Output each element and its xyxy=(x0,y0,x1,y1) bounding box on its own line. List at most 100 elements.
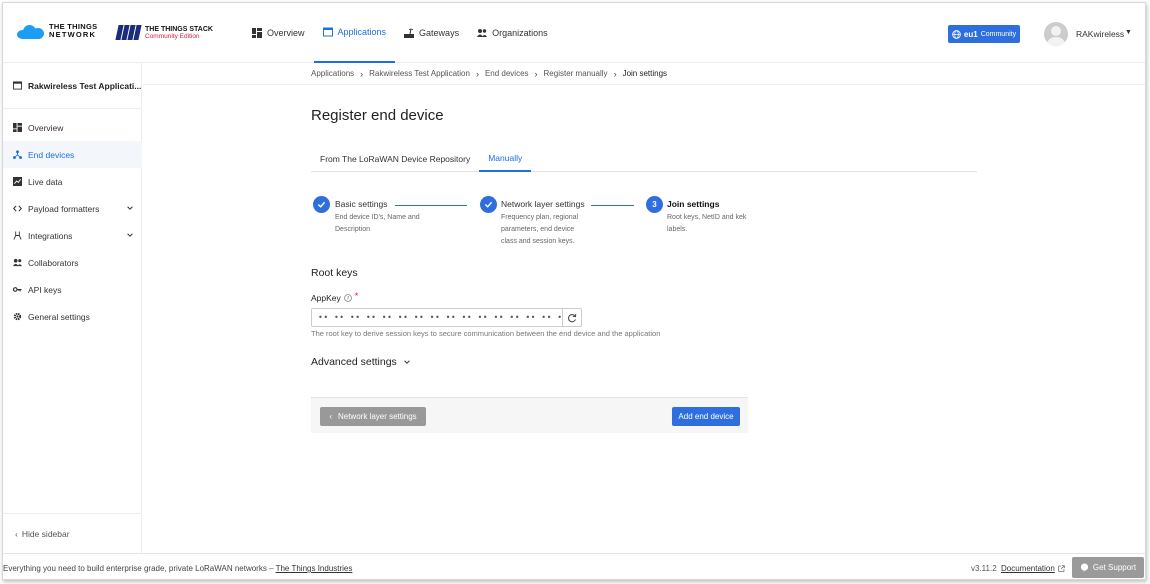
step-2-title: Network layer settings xyxy=(501,199,585,209)
back-network-layer-button[interactable]: ‹ Network layer settings xyxy=(320,407,426,426)
integration-icon xyxy=(13,231,22,240)
tts-logo-line1: THE THINGS STACK xyxy=(145,25,213,33)
app-window: THE THINGS NETWORK THE THINGS STACK Comm… xyxy=(2,2,1146,580)
nav-applications-label: Applications xyxy=(337,27,387,37)
step-1-title: Basic settings xyxy=(335,199,388,209)
chevron-left-icon: ‹ xyxy=(15,528,18,539)
version-label: v3.11.2 xyxy=(971,564,997,573)
top-header: THE THINGS NETWORK THE THINGS STACK Comm… xyxy=(3,3,1145,63)
required-asterisk: * xyxy=(354,291,359,301)
sidebar-item-label: Live data xyxy=(28,176,63,187)
tab-manually[interactable]: Manually xyxy=(479,146,532,172)
sidebar-menu: Overview End devices Live data Payload f… xyxy=(3,114,142,330)
sidebar-item-label: API keys xyxy=(28,284,62,295)
username[interactable]: RAKwireless xyxy=(1076,29,1124,39)
svg-text:?: ? xyxy=(346,296,349,302)
chevron-down-icon[interactable] xyxy=(126,204,134,212)
sidebar-item-label: Collaborators xyxy=(28,257,79,268)
tab-device-repository[interactable]: From The LoRaWAN Device Repository xyxy=(311,146,479,172)
nav-organizations[interactable]: Organizations xyxy=(468,3,557,63)
chevron-left-icon: ‹ xyxy=(329,412,332,421)
devices-icon xyxy=(13,150,22,159)
sidebar-item-general-settings[interactable]: General settings xyxy=(3,303,142,330)
region-label: Community xyxy=(980,30,1017,38)
nav-gateways[interactable]: Gateways xyxy=(395,3,468,63)
chevron-right-icon: › xyxy=(534,68,538,79)
sidebar-item-overview[interactable]: Overview xyxy=(3,114,142,141)
step-3-desc: Root keys, NetID and kek labels. xyxy=(667,214,747,233)
breadcrumb-item[interactable]: Register manually xyxy=(544,69,608,78)
refresh-icon xyxy=(568,313,577,322)
page-title: Register end device xyxy=(311,107,444,124)
help-icon[interactable]: ? xyxy=(343,294,352,302)
advanced-settings-toggle[interactable]: Advanced settings xyxy=(311,356,411,368)
region-button[interactable]: eu1 Community xyxy=(948,25,1020,43)
step-3-number: 3 xyxy=(646,196,663,213)
avatar[interactable] xyxy=(1044,22,1068,46)
hide-sidebar-button[interactable]: ‹ Hide sidebar xyxy=(3,513,142,553)
chevron-right-icon: › xyxy=(475,68,479,79)
step-1-desc: End device ID's, Name and Description xyxy=(335,214,420,233)
add-end-device-button[interactable]: Add end device xyxy=(672,407,740,426)
globe-icon xyxy=(952,29,961,39)
step-3-title: Join settings xyxy=(667,199,720,209)
form-action-bar: ‹ Network layer settings Add end device xyxy=(311,397,748,433)
nav-overview[interactable]: Overview xyxy=(243,3,314,63)
sidebar-item-api-keys[interactable]: API keys xyxy=(3,276,142,303)
nav-organizations-label: Organizations xyxy=(492,28,548,38)
breadcrumb-item[interactable]: Rakwireless Test Application xyxy=(369,69,470,78)
sidebar-item-label: Overview xyxy=(28,122,64,133)
window-icon xyxy=(13,81,22,90)
back-button-label: Network layer settings xyxy=(337,412,417,421)
key-icon xyxy=(13,287,22,292)
tts-logo[interactable]: THE THINGS STACK Community Edition xyxy=(115,25,213,40)
gear-icon xyxy=(13,312,22,321)
step-2-desc: Frequency plan, regional parameters, end… xyxy=(501,214,579,245)
step-2-check-icon xyxy=(480,196,497,213)
regenerate-key-button[interactable] xyxy=(562,308,582,327)
stack-logo-icon xyxy=(115,25,142,40)
register-tabs: From The LoRaWAN Device Repository Manua… xyxy=(311,146,977,172)
footer-text: Everything you need to build enterprise … xyxy=(3,564,352,573)
documentation-label: Documentation xyxy=(1001,564,1055,573)
gateway-icon xyxy=(404,28,415,38)
caret-down-icon[interactable]: ▼ xyxy=(1125,29,1132,36)
sidebar: Rakwireless Test Applicati... Overview E… xyxy=(3,63,142,553)
window-icon xyxy=(322,27,333,37)
tts-logo-line2: Community Edition xyxy=(145,32,200,40)
chevron-right-icon: › xyxy=(360,68,364,79)
sidebar-item-label: General settings xyxy=(28,311,90,322)
chart-icon xyxy=(13,177,22,186)
appkey-description: The root key to derive session keys to s… xyxy=(311,329,661,338)
nav-applications[interactable]: Applications xyxy=(313,3,396,63)
nav-gateways-label: Gateways xyxy=(419,28,460,38)
breadcrumb-current: Join settings xyxy=(622,69,668,78)
get-support-button[interactable]: Get Support xyxy=(1072,557,1144,578)
main-nav: Overview Applications Gateways Organizat… xyxy=(243,3,557,63)
breadcrumb: Applications › Rakwireless Test Applicat… xyxy=(143,63,1145,85)
external-link-icon xyxy=(1058,565,1065,572)
people-icon xyxy=(477,29,488,37)
chevron-down-icon[interactable] xyxy=(126,231,134,239)
advanced-settings-label: Advanced settings xyxy=(311,356,397,368)
appkey-input[interactable]: •• •• •• •• •• •• •• •• •• •• •• •• •• •… xyxy=(311,308,563,327)
documentation-link[interactable]: Documentation xyxy=(1001,564,1065,573)
ttn-logo[interactable]: THE THINGS NETWORK xyxy=(17,23,97,39)
sidebar-item-label: End devices xyxy=(28,149,75,160)
sidebar-app-name[interactable]: Rakwireless Test Applicati... xyxy=(3,63,142,109)
sidebar-item-payload-formatters[interactable]: Payload formatters xyxy=(3,195,142,222)
breadcrumb-item[interactable]: End devices xyxy=(485,69,529,78)
sidebar-item-live-data[interactable]: Live data xyxy=(3,168,142,195)
support-icon xyxy=(1080,563,1089,572)
step-1-check-icon xyxy=(313,196,330,213)
progress-steps: Basic settings End device ID's, Name and… xyxy=(311,196,771,252)
region-code: eu1 xyxy=(963,29,978,39)
breadcrumb-item[interactable]: Applications xyxy=(311,69,354,78)
root-keys-heading: Root keys xyxy=(311,267,358,279)
app-name-label: Rakwireless Test Applicati... xyxy=(28,80,142,91)
chevron-down-icon xyxy=(404,360,410,364)
footer-tti-link[interactable]: The Things Industries xyxy=(276,564,353,573)
sidebar-item-end-devices[interactable]: End devices xyxy=(3,141,142,168)
sidebar-item-collaborators[interactable]: Collaborators xyxy=(3,249,142,276)
sidebar-item-integrations[interactable]: Integrations xyxy=(3,222,142,249)
